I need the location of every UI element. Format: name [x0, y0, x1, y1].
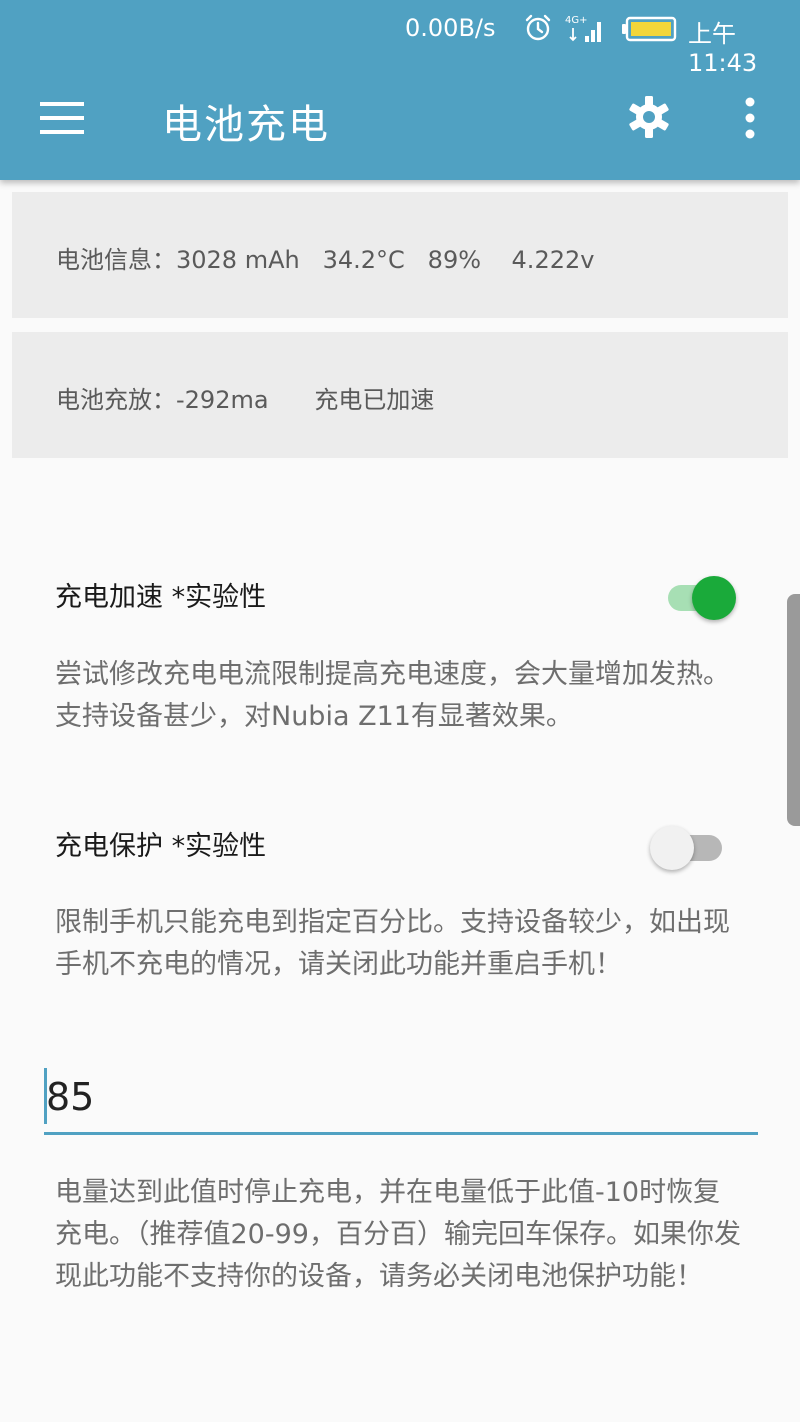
threshold-desc: 电量达到此值时停止充电，并在电量低于此值-10时恢复充电。（推荐值20-99，百… — [55, 1177, 741, 1292]
threshold-field[interactable] — [44, 1062, 758, 1136]
threshold-input[interactable] — [44, 1062, 758, 1135]
pref-boost-desc: 尝试修改充电电流限制提高充电速度，会大量增加发热。支持设备甚少，对Nubia Z… — [55, 659, 730, 732]
protect-switch-thumb — [650, 826, 694, 870]
battery-info-card: 电池信息：3028 mAh 34.2°C 89% 4.222v — [12, 192, 788, 318]
status-bar: 0.00B/s 4G+ 上午11:43 — [0, 0, 800, 77]
protect-switch[interactable] — [648, 824, 724, 872]
more-vert-icon[interactable] — [730, 96, 770, 142]
pref-protect-desc: 限制手机只能充电到指定百分比。支持设备较少，如出现手机不充电的情况，请关闭此功能… — [55, 907, 730, 980]
app-bar: 0.00B/s 4G+ 上午11:43 电池充电 — [0, 0, 800, 180]
pref-boost-title: 充电加速 *实验性 — [55, 582, 267, 613]
boost-switch[interactable] — [666, 572, 742, 624]
text-cursor — [44, 1068, 47, 1124]
signal-icon: 4G+ — [565, 15, 601, 42]
battery-charge-card: 电池充放：-292ma 充电已加速 — [12, 332, 788, 458]
menu-icon[interactable] — [38, 98, 86, 138]
network-speed: 0.00B/s — [405, 14, 496, 42]
network-type: 4G+ — [565, 15, 588, 26]
battery-icon — [622, 16, 677, 42]
pref-protect-title: 充电保护 *实验性 — [55, 831, 267, 862]
boost-switch-thumb — [692, 576, 736, 620]
status-time: 上午11:43 — [688, 20, 758, 77]
scroll-edge-handle[interactable] — [787, 594, 800, 826]
page-title: 电池充电 — [162, 102, 330, 148]
battery-charge-text: 电池充放：-292ma 充电已加速 — [56, 386, 435, 414]
gear-icon[interactable] — [626, 94, 672, 140]
battery-info-text: 电池信息：3028 mAh 34.2°C 89% 4.222v — [56, 246, 595, 274]
alarm-icon — [525, 14, 551, 41]
